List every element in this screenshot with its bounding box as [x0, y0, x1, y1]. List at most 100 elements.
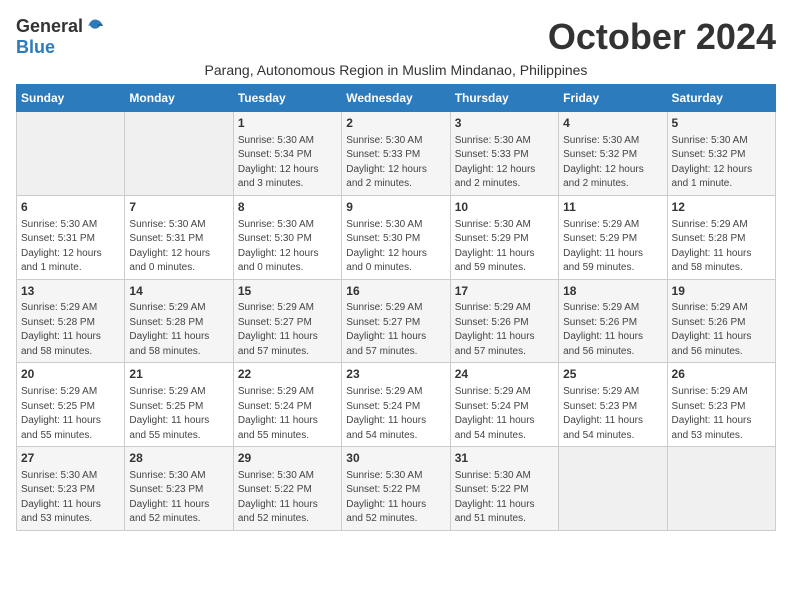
day-number: 26: [672, 366, 771, 383]
calendar-subtitle: Parang, Autonomous Region in Muslim Mind…: [16, 62, 776, 78]
calendar-cell: 20 Sunrise: 5:29 AM Sunset: 5:25 PM Dayli…: [17, 363, 125, 447]
day-number: 30: [346, 450, 445, 467]
calendar-cell: 31 Sunrise: 5:30 AM Sunset: 5:22 PM Dayli…: [450, 447, 558, 531]
day-number: 6: [21, 199, 120, 216]
calendar-cell: 4 Sunrise: 5:30 AM Sunset: 5:32 PM Daylig…: [559, 112, 667, 196]
calendar-cell: 7 Sunrise: 5:30 AM Sunset: 5:31 PM Daylig…: [125, 195, 233, 279]
calendar-cell: 13Sunrise: 5:29 AM Sunset: 5:28 PM Dayli…: [17, 279, 125, 363]
day-info: Sunrise: 5:29 AM Sunset: 5:23 PM Dayligh…: [672, 385, 771, 443]
calendar-cell: 24Sunrise: 5:29 AM Sunset: 5:24 PM Dayli…: [450, 363, 558, 447]
day-number: 20: [21, 366, 120, 383]
calendar-cell: 23Sunrise: 5:29 AM Sunset: 5:24 PM Dayli…: [342, 363, 450, 447]
day-info: Sunrise: 5:29 AM Sunset: 5:25 PM Dayligh…: [129, 385, 228, 443]
calendar-cell: 2 Sunrise: 5:30 AM Sunset: 5:33 PM Daylig…: [342, 112, 450, 196]
day-info: Sunrise: 5:29 AM Sunset: 5:28 PM Dayligh…: [21, 301, 120, 359]
day-number: 13: [21, 283, 120, 300]
day-info: Sunrise: 5:29 AM Sunset: 5:24 PM Dayligh…: [238, 385, 337, 443]
day-number: 8: [238, 199, 337, 216]
day-info: Sunrise: 5:30 AM Sunset: 5:23 PM Dayligh…: [129, 469, 228, 527]
calendar-cell: 11 Sunrise: 5:29 AM Sunset: 5:29 PM Dayli…: [559, 195, 667, 279]
weekday-header-monday: Monday: [125, 85, 233, 112]
day-number: 21: [129, 366, 228, 383]
day-info: Sunrise: 5:29 AM Sunset: 5:27 PM Dayligh…: [346, 301, 445, 359]
day-number: 18: [563, 283, 662, 300]
day-info: Sunrise: 5:29 AM Sunset: 5:24 PM Dayligh…: [455, 385, 554, 443]
day-number: 29: [238, 450, 337, 467]
calendar-cell: 5Sunrise: 5:30 AM Sunset: 5:32 PM Daylig…: [667, 112, 775, 196]
calendar-cell: 8 Sunrise: 5:30 AM Sunset: 5:30 PM Daylig…: [233, 195, 341, 279]
day-info: Sunrise: 5:30 AM Sunset: 5:31 PM Dayligh…: [21, 218, 120, 276]
weekday-header-friday: Friday: [559, 85, 667, 112]
calendar-cell: 28Sunrise: 5:30 AM Sunset: 5:23 PM Dayli…: [125, 447, 233, 531]
day-number: 1: [238, 115, 337, 132]
day-info: Sunrise: 5:30 AM Sunset: 5:22 PM Dayligh…: [346, 469, 445, 527]
logo-general: General: [16, 16, 83, 37]
calendar-cell: 25Sunrise: 5:29 AM Sunset: 5:23 PM Dayli…: [559, 363, 667, 447]
calendar-cell: 14Sunrise: 5:29 AM Sunset: 5:28 PM Dayli…: [125, 279, 233, 363]
day-number: 12: [672, 199, 771, 216]
weekday-header-row: SundayMondayTuesdayWednesdayThursdayFrid…: [17, 85, 776, 112]
day-info: Sunrise: 5:30 AM Sunset: 5:33 PM Dayligh…: [346, 134, 445, 192]
day-info: Sunrise: 5:29 AM Sunset: 5:28 PM Dayligh…: [129, 301, 228, 359]
day-number: 2: [346, 115, 445, 132]
calendar-week-row: 20 Sunrise: 5:29 AM Sunset: 5:25 PM Dayli…: [17, 363, 776, 447]
weekday-header-wednesday: Wednesday: [342, 85, 450, 112]
calendar-cell: 15Sunrise: 5:29 AM Sunset: 5:27 PM Dayli…: [233, 279, 341, 363]
day-info: Sunrise: 5:30 AM Sunset: 5:30 PM Dayligh…: [238, 218, 337, 276]
weekday-header-saturday: Saturday: [667, 85, 775, 112]
day-number: 4: [563, 115, 662, 132]
day-info: Sunrise: 5:30 AM Sunset: 5:22 PM Dayligh…: [238, 469, 337, 527]
day-number: 22: [238, 366, 337, 383]
calendar-cell: 27Sunrise: 5:30 AM Sunset: 5:23 PM Dayli…: [17, 447, 125, 531]
day-number: 14: [129, 283, 228, 300]
logo-blue: Blue: [16, 37, 55, 58]
calendar-cell: 1 Sunrise: 5:30 AM Sunset: 5:34 PM Daylig…: [233, 112, 341, 196]
day-info: Sunrise: 5:30 AM Sunset: 5:30 PM Dayligh…: [346, 218, 445, 276]
weekday-header-tuesday: Tuesday: [233, 85, 341, 112]
calendar-cell: [125, 112, 233, 196]
day-info: Sunrise: 5:30 AM Sunset: 5:33 PM Dayligh…: [455, 134, 554, 192]
day-number: 11: [563, 199, 662, 216]
calendar-cell: 12Sunrise: 5:29 AM Sunset: 5:28 PM Dayli…: [667, 195, 775, 279]
day-info: Sunrise: 5:30 AM Sunset: 5:31 PM Dayligh…: [129, 218, 228, 276]
calendar-cell: [559, 447, 667, 531]
calendar-week-row: 6 Sunrise: 5:30 AM Sunset: 5:31 PM Daylig…: [17, 195, 776, 279]
weekday-header-thursday: Thursday: [450, 85, 558, 112]
day-number: 19: [672, 283, 771, 300]
calendar-cell: 21 Sunrise: 5:29 AM Sunset: 5:25 PM Dayli…: [125, 363, 233, 447]
calendar-cell: 10Sunrise: 5:30 AM Sunset: 5:29 PM Dayli…: [450, 195, 558, 279]
day-number: 15: [238, 283, 337, 300]
day-info: Sunrise: 5:29 AM Sunset: 5:24 PM Dayligh…: [346, 385, 445, 443]
calendar-cell: [667, 447, 775, 531]
day-info: Sunrise: 5:30 AM Sunset: 5:32 PM Dayligh…: [563, 134, 662, 192]
day-number: 17: [455, 283, 554, 300]
calendar-week-row: 27 Sunrise: 5:30 AM Sunset: 5:23 PM Dayli…: [17, 447, 776, 531]
day-info: Sunrise: 5:29 AM Sunset: 5:25 PM Dayligh…: [21, 385, 120, 443]
calendar-cell: 29 Sunrise: 5:30 AM Sunset: 5:22 PM Dayli…: [233, 447, 341, 531]
calendar-table: SundayMondayTuesdayWednesdayThursdayFrid…: [16, 84, 776, 531]
weekday-header-sunday: Sunday: [17, 85, 125, 112]
calendar-cell: 30 Sunrise: 5:30 AM Sunset: 5:22 PM Dayli…: [342, 447, 450, 531]
day-info: Sunrise: 5:29 AM Sunset: 5:26 PM Dayligh…: [455, 301, 554, 359]
page-header: General Blue October 2024: [16, 16, 776, 58]
calendar-week-row: 1 Sunrise: 5:30 AM Sunset: 5:34 PM Daylig…: [17, 112, 776, 196]
day-info: Sunrise: 5:30 AM Sunset: 5:32 PM Dayligh…: [672, 134, 771, 192]
day-info: Sunrise: 5:30 AM Sunset: 5:29 PM Dayligh…: [455, 218, 554, 276]
day-info: Sunrise: 5:29 AM Sunset: 5:29 PM Dayligh…: [563, 218, 662, 276]
calendar-week-row: 13Sunrise: 5:29 AM Sunset: 5:28 PM Dayli…: [17, 279, 776, 363]
calendar-cell: 26 Sunrise: 5:29 AM Sunset: 5:23 PM Dayli…: [667, 363, 775, 447]
day-info: Sunrise: 5:29 AM Sunset: 5:23 PM Dayligh…: [563, 385, 662, 443]
day-number: 27: [21, 450, 120, 467]
day-number: 31: [455, 450, 554, 467]
logo: General Blue: [16, 16, 105, 58]
calendar-cell: 22 Sunrise: 5:29 AM Sunset: 5:24 PM Dayli…: [233, 363, 341, 447]
calendar-cell: 6 Sunrise: 5:30 AM Sunset: 5:31 PM Daylig…: [17, 195, 125, 279]
day-info: Sunrise: 5:30 AM Sunset: 5:34 PM Dayligh…: [238, 134, 337, 192]
day-number: 7: [129, 199, 228, 216]
day-number: 16: [346, 283, 445, 300]
day-info: Sunrise: 5:29 AM Sunset: 5:26 PM Dayligh…: [672, 301, 771, 359]
calendar-cell: 9Sunrise: 5:30 AM Sunset: 5:30 PM Daylig…: [342, 195, 450, 279]
day-info: Sunrise: 5:30 AM Sunset: 5:22 PM Dayligh…: [455, 469, 554, 527]
calendar-cell: 18Sunrise: 5:29 AM Sunset: 5:26 PM Dayli…: [559, 279, 667, 363]
month-title: October 2024: [548, 16, 776, 58]
